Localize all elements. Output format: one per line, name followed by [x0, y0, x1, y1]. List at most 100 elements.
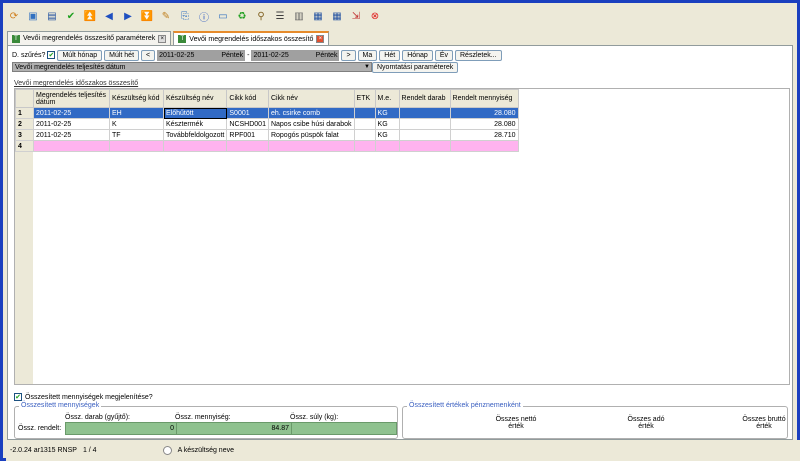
- col-header[interactable]: Készültség név: [162, 89, 228, 108]
- cell[interactable]: [398, 129, 451, 141]
- prev-icon[interactable]: ◀: [101, 8, 117, 24]
- cell[interactable]: S0001: [226, 107, 269, 119]
- cell[interactable]: KG: [374, 107, 400, 119]
- status-hint: A készültség neve: [177, 447, 234, 454]
- cell[interactable]: 2011-02-25: [33, 107, 110, 119]
- cell[interactable]: 28.080: [449, 107, 519, 119]
- cell[interactable]: [109, 140, 164, 152]
- col-header[interactable]: Készültség kód: [109, 89, 164, 108]
- cell[interactable]: Továbbfeldolgozott: [162, 129, 228, 141]
- cell[interactable]: [398, 107, 451, 119]
- list-icon[interactable]: ☰: [272, 8, 288, 24]
- table-row[interactable]: 1 2011-02-25 EH Előhűtött S0001 eh. csir…: [15, 107, 519, 119]
- tab-params[interactable]: T Vevői megrendelés összesítő paramétere…: [7, 31, 172, 45]
- d-szures-label: D. szűrés?: [12, 51, 46, 59]
- het-button[interactable]: Hét: [379, 49, 401, 61]
- brutto-label: Összes bruttó érték: [742, 416, 786, 430]
- cell[interactable]: 28.080: [449, 118, 519, 130]
- first-icon[interactable]: ⏫: [82, 8, 98, 24]
- date-type-select[interactable]: Vevői megrendelés teljesítés dátum ▼: [12, 62, 372, 72]
- table-icon[interactable]: ▦: [329, 8, 345, 24]
- reload-icon[interactable]: ♻: [234, 8, 250, 24]
- mult-het-button[interactable]: Múlt hét: [104, 49, 140, 61]
- prev-period-button[interactable]: <: [141, 49, 156, 61]
- next-icon[interactable]: ▶: [120, 8, 136, 24]
- honap-button[interactable]: Hónap: [402, 49, 433, 61]
- last-icon[interactable]: ⏬: [139, 8, 155, 24]
- print-params-button[interactable]: Nyomtatási paraméterek: [372, 62, 459, 73]
- netto-label: Összes nettó érték: [495, 416, 537, 430]
- cell[interactable]: [398, 118, 451, 130]
- open-icon[interactable]: ▣: [25, 8, 41, 24]
- tab-summary[interactable]: T Vevői megrendelés időszakos összesítő …: [173, 31, 330, 45]
- info-icon[interactable]: ⓘ: [196, 8, 212, 24]
- export-icon[interactable]: ⇲: [348, 8, 364, 24]
- cell[interactable]: [353, 140, 376, 152]
- col-header[interactable]: Cikk kód: [226, 89, 269, 108]
- cell[interactable]: [353, 118, 376, 130]
- date-to-field[interactable]: 2011-02-25 Péntek: [251, 49, 340, 61]
- refresh-icon[interactable]: ⟳: [6, 8, 22, 24]
- cell[interactable]: eh. csirke comb: [267, 107, 355, 119]
- col-header[interactable]: ETK: [353, 89, 376, 108]
- d-szures-checkbox[interactable]: ✔: [47, 51, 56, 59]
- cell[interactable]: KG: [374, 118, 400, 130]
- col-header[interactable]: Cikk név: [267, 89, 355, 108]
- cell[interactable]: [449, 140, 519, 152]
- cell[interactable]: [374, 140, 400, 152]
- edit-icon[interactable]: ✎: [158, 8, 174, 24]
- cell[interactable]: [353, 129, 376, 141]
- check-icon[interactable]: ✔: [63, 8, 79, 24]
- date-from-field[interactable]: 2011-02-25 Péntek: [157, 49, 246, 61]
- cell[interactable]: [226, 140, 269, 152]
- cell[interactable]: 28.710: [449, 129, 519, 141]
- cell[interactable]: NCSHD001: [226, 118, 269, 130]
- cell[interactable]: TF: [109, 129, 164, 141]
- copy-icon[interactable]: ⎘: [177, 8, 193, 24]
- cell[interactable]: Ropogós püspök falat: [267, 129, 355, 141]
- ado-label: Összes adó érték: [627, 416, 665, 430]
- cell[interactable]: Előhűtött: [162, 107, 228, 119]
- ma-button[interactable]: Ma: [357, 49, 378, 61]
- search-icon[interactable]: ⚲: [253, 8, 269, 24]
- cell[interactable]: K: [109, 118, 164, 130]
- data-grid: Megrendelés teljesítés dátum Készültség …: [14, 88, 790, 385]
- cell[interactable]: [398, 140, 451, 152]
- close-tab-icon[interactable]: ×: [316, 35, 325, 43]
- col-header[interactable]: Rendelt mennyiség: [449, 89, 519, 108]
- reszletek-button[interactable]: Részletek...: [455, 49, 502, 61]
- cell[interactable]: Késztermék: [162, 118, 228, 130]
- col-header[interactable]: Megrendelés teljesítés dátum: [33, 89, 110, 108]
- window-icon[interactable]: ▭: [215, 8, 231, 24]
- cell[interactable]: 2011-02-25: [33, 129, 110, 141]
- values-legend: Összesített értékek pénznemenként: [407, 402, 523, 409]
- tab-label: Vevői megrendelés időszakos összesítő: [189, 35, 314, 43]
- chevron-down-icon[interactable]: ▼: [363, 64, 371, 70]
- table-row[interactable]: 3 2011-02-25 TF Továbbfeldolgozott RPF00…: [15, 129, 519, 141]
- grid-icon[interactable]: ▦: [310, 8, 326, 24]
- save-icon[interactable]: ▤: [44, 8, 60, 24]
- cell[interactable]: RPF001: [226, 129, 269, 141]
- col-header[interactable]: Rendelt darab: [398, 89, 451, 108]
- cell[interactable]: [353, 107, 376, 119]
- cell[interactable]: Napos csibe húsi darabok: [267, 118, 355, 130]
- table-row[interactable]: 2 2011-02-25 K Késztermék NCSHD001 Napos…: [15, 118, 519, 130]
- close-tab-icon[interactable]: ×: [158, 34, 167, 43]
- chart-icon[interactable]: ▥: [291, 8, 307, 24]
- date-type-value: Vevői megrendelés teljesítés dátum: [15, 63, 126, 71]
- cell[interactable]: [33, 140, 110, 152]
- cell[interactable]: [267, 140, 355, 152]
- cell[interactable]: [162, 140, 228, 152]
- ev-button[interactable]: Év: [434, 49, 453, 61]
- values-group: Összesített értékek pénznemenként Összes…: [402, 402, 788, 439]
- next-period-button[interactable]: >: [341, 49, 356, 61]
- cell[interactable]: KG: [374, 129, 400, 141]
- cell[interactable]: 2011-02-25: [33, 118, 110, 130]
- show-totals-checkbox[interactable]: ✔: [14, 393, 22, 401]
- table-row-new[interactable]: 4: [15, 140, 519, 152]
- close-icon[interactable]: ⊗: [367, 8, 383, 24]
- mult-honap-button[interactable]: Múlt hónap: [57, 49, 103, 61]
- col-header[interactable]: M.e.: [374, 89, 400, 108]
- cell[interactable]: EH: [109, 107, 164, 119]
- form-icon: T: [178, 35, 187, 43]
